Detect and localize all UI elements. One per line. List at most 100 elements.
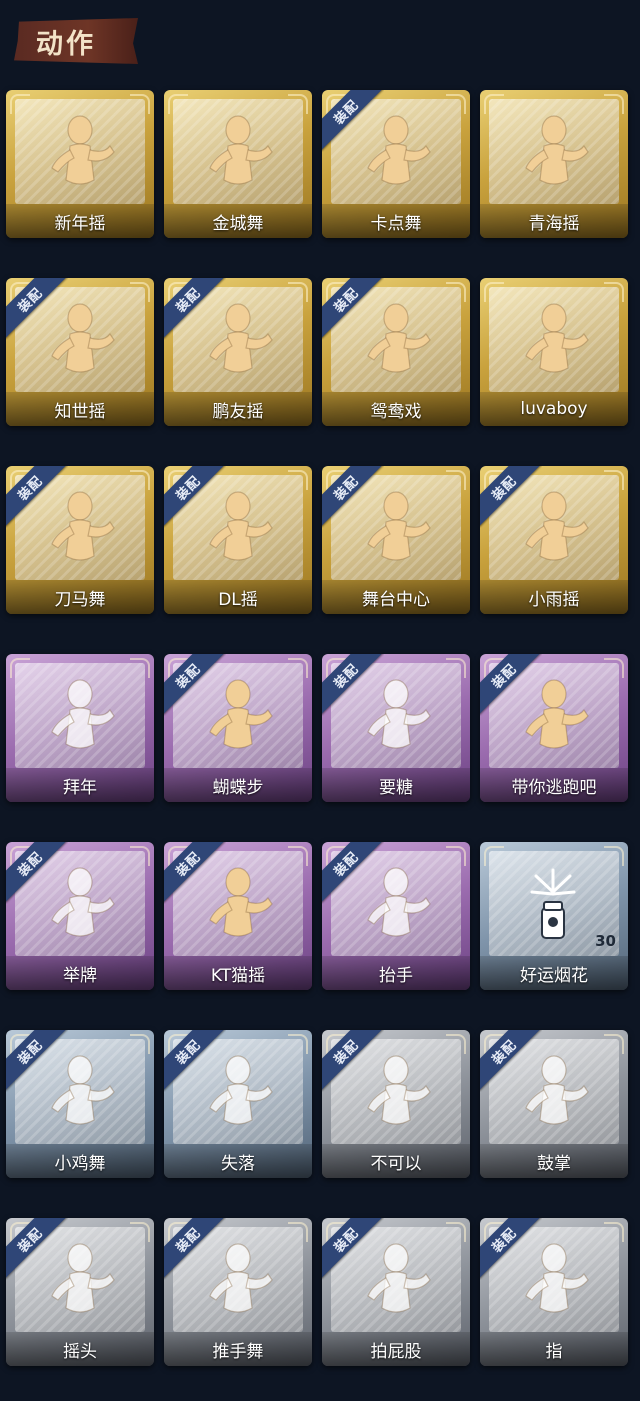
emote-card[interactable]: 摇头 装配: [6, 1218, 154, 1366]
emote-name: 失落: [221, 1153, 255, 1174]
frame-corner-decoration: [326, 470, 346, 490]
emote-name: 抬手: [379, 965, 413, 986]
frame-corner-decoration: [130, 658, 150, 678]
card-label-bar: 青海摇: [480, 204, 628, 238]
card-label-bar: 舞台中心: [322, 580, 470, 614]
emote-name: 鹏友摇: [212, 401, 264, 422]
emote-card[interactable]: 抬手 装配: [322, 842, 470, 990]
emote-card[interactable]: KT猫摇 装配: [164, 842, 312, 990]
frame-corner-decoration: [130, 94, 150, 114]
emote-card[interactable]: 舞台中心 装配: [322, 466, 470, 614]
frame-corner-decoration: [484, 282, 504, 302]
emote-name: 卡点舞: [370, 213, 422, 234]
frame-corner-decoration: [168, 470, 188, 490]
frame-corner-decoration: [10, 846, 30, 866]
emote-card[interactable]: DL摇 装配: [164, 466, 312, 614]
card-label-bar: 推手舞: [164, 1332, 312, 1366]
emote-card[interactable]: 失落 装配: [164, 1030, 312, 1178]
frame-corner-decoration: [604, 94, 624, 114]
head-shake-figure-icon: [40, 1238, 120, 1326]
frame-corner-decoration: [326, 1222, 346, 1242]
emote-name: 小雨摇: [528, 589, 580, 610]
frame-corner-decoration: [604, 658, 624, 678]
bow-greeting-figure-icon: [40, 674, 120, 762]
frame-corner-decoration: [604, 470, 624, 490]
raised-arm-figure-icon: [198, 486, 278, 574]
card-label-bar: 要糖: [322, 768, 470, 802]
emote-name: luvaboy: [520, 399, 588, 419]
crawling-figure-icon: [198, 1050, 278, 1138]
card-label-bar: 卡点舞: [322, 204, 470, 238]
emote-card[interactable]: 推手舞 装配: [164, 1218, 312, 1366]
sign-holding-figure-icon: [40, 862, 120, 950]
run-away-figure-icon: [514, 674, 594, 762]
emote-card[interactable]: 拍屁股 装配: [322, 1218, 470, 1366]
emote-card[interactable]: 举牌 装配: [6, 842, 154, 990]
frame-corner-decoration: [446, 470, 466, 490]
frame-corner-decoration: [446, 94, 466, 114]
section-title: 动作: [36, 28, 96, 60]
card-label-bar: 知世摇: [6, 392, 154, 426]
emote-card[interactable]: 知世摇 装配: [6, 278, 154, 426]
frame-corner-decoration: [446, 846, 466, 866]
frame-corner-decoration: [10, 282, 30, 302]
frame-corner-decoration: [168, 1222, 188, 1242]
emote-card[interactable]: 卡点舞 装配: [322, 90, 470, 238]
emote-card[interactable]: luvaboy: [480, 278, 628, 426]
emote-card[interactable]: 刀马舞 装配: [6, 466, 154, 614]
emote-name: 举牌: [63, 965, 97, 986]
emote-card[interactable]: 青海摇: [480, 90, 628, 238]
frame-corner-decoration: [288, 282, 308, 302]
emote-card[interactable]: 新年摇: [6, 90, 154, 238]
card-label-bar: 举牌: [6, 956, 154, 990]
frame-corner-decoration: [484, 94, 504, 114]
frame-corner-decoration: [130, 846, 150, 866]
emote-card[interactable]: 带你逃跑吧 装配: [480, 654, 628, 802]
hand-raise-figure-icon: [356, 862, 436, 950]
frame-corner-decoration: [10, 470, 30, 490]
music-sway-figure-icon: [40, 298, 120, 386]
frame-corner-decoration: [10, 658, 30, 678]
fan-wave-figure-icon: [40, 110, 120, 198]
card-label-bar: 金城舞: [164, 204, 312, 238]
emote-card[interactable]: 指装配: [480, 1218, 628, 1366]
emote-card[interactable]: 鹏友摇 装配: [164, 278, 312, 426]
emote-card[interactable]: 好运烟花 30: [480, 842, 628, 990]
card-label-bar: 蝴蝶步: [164, 768, 312, 802]
emote-card[interactable]: 鼓掌 装配: [480, 1030, 628, 1178]
butt-pat-figure-icon: [356, 1238, 436, 1326]
emote-card[interactable]: 不可以 装配: [322, 1030, 470, 1178]
fist-dance-figure-icon: [356, 298, 436, 386]
frame-corner-decoration: [168, 846, 188, 866]
sword-dance-figure-icon: [40, 486, 120, 574]
emote-card[interactable]: 鸳鸯戏 装配: [322, 278, 470, 426]
emote-card[interactable]: 小鸡舞 装配: [6, 1030, 154, 1178]
section-header: 动作: [14, 18, 138, 64]
emote-card[interactable]: 拜年: [6, 654, 154, 802]
emote-name: 不可以: [370, 1153, 422, 1174]
frame-corner-decoration: [130, 1034, 150, 1054]
card-label-bar: 失落: [164, 1144, 312, 1178]
emote-card[interactable]: 金城舞: [164, 90, 312, 238]
dance-figure-icon: [198, 110, 278, 198]
frame-corner-decoration: [446, 658, 466, 678]
emote-name: 好运烟花: [520, 965, 588, 986]
frame-corner-decoration: [168, 1034, 188, 1054]
frame-corner-decoration: [326, 94, 346, 114]
center-stage-figure-icon: [356, 486, 436, 574]
frame-corner-decoration: [168, 94, 188, 114]
frame-corner-decoration: [326, 282, 346, 302]
item-count: 30: [595, 932, 616, 950]
emote-card[interactable]: 要糖 装配: [322, 654, 470, 802]
card-label-bar: 刀马舞: [6, 580, 154, 614]
card-label-bar: 带你逃跑吧: [480, 768, 628, 802]
frame-corner-decoration: [604, 282, 624, 302]
emote-name: 金城舞: [212, 213, 264, 234]
emote-card[interactable]: 小雨摇 装配: [480, 466, 628, 614]
emote-name: 拍屁股: [370, 1341, 422, 1362]
push-hands-figure-icon: [198, 1238, 278, 1326]
cat-sway-figure-icon: [198, 862, 278, 950]
card-label-bar: 好运烟花: [480, 956, 628, 990]
emote-name: 推手舞: [212, 1341, 264, 1362]
emote-card[interactable]: 蝴蝶步 装配: [164, 654, 312, 802]
